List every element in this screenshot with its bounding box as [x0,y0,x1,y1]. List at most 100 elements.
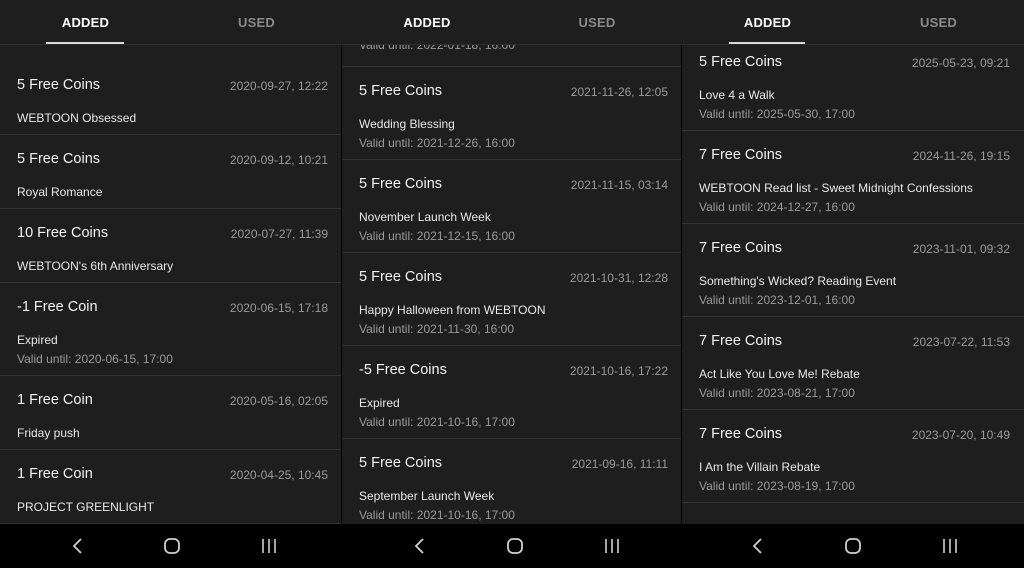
timestamp: 2020-06-15, 17:18 [229,301,328,315]
list-item[interactable]: 10 Free Coins 2020-07-27, 11:39 WEBTOON'… [0,209,342,283]
coin-amount: 7 Free Coins [699,426,783,442]
timestamp: 2021-10-31, 12:28 [569,271,668,285]
tab-added[interactable]: ADDED [0,0,171,44]
list-item[interactable]: 1 Free Coin 2020-05-16, 02:05 Friday pus… [0,376,342,450]
list-item[interactable]: 5 Free Coins 2025-05-23, 09:21 Love 4 a … [682,38,1024,131]
event-name: Friday push [17,426,80,440]
valid-until: Valid until: 2023-08-19, 17:00 [699,479,855,493]
list-item[interactable]: 5 Free Coins 2020-09-12, 10:21 Royal Rom… [0,135,342,209]
tab-used[interactable]: USED [853,0,1024,44]
timestamp: 2020-09-27, 12:22 [229,79,328,93]
coin-amount: 10 Free Coins [17,225,109,241]
valid-until: Valid until: 2021-12-26, 16:00 [359,136,515,150]
tab-used[interactable]: USED [171,0,342,44]
event-name: Expired [17,333,58,347]
recents-icon[interactable] [592,524,632,568]
coin-list: Valid until: 2022-01-18, 16:00 5 Free Co… [342,38,682,524]
valid-until: Valid until: 2021-10-16, 17:00 [359,415,515,429]
coin-history-panel-2: ADDED USED Valid until: 2022-01-18, 16:0… [342,0,682,524]
timestamp: 2021-11-15, 03:14 [570,178,668,192]
timestamp: 2020-07-27, 11:39 [230,227,328,241]
tab-bar: ADDED USED [342,0,682,45]
coin-history-panel-3: ADDED USED 5 Free Coins 2025-05-23, 09:2… [682,0,1024,524]
event-name: November Launch Week [359,210,491,224]
timestamp: 2020-04-25, 10:45 [229,468,328,482]
android-nav-bar [0,524,341,568]
home-icon[interactable] [833,524,873,568]
coin-amount: 5 Free Coins [359,176,443,192]
tab-used-label: USED [238,15,275,30]
tab-added-label: ADDED [61,15,110,30]
list-item[interactable]: 1 Free Coin 2020-04-25, 10:45 PROJECT GR… [0,450,342,524]
list-item[interactable]: 5 Free Coins 2020-09-27, 12:22 WEBTOON O… [0,61,342,135]
event-name: PROJECT GREENLIGHT [17,500,155,514]
list-item[interactable]: 5 Free Coins 2021-11-26, 12:05 Wedding B… [342,67,682,160]
timestamp: 2023-07-22, 11:53 [912,335,1010,349]
timestamp: 2020-09-12, 10:21 [229,153,328,167]
coin-amount: 7 Free Coins [699,240,783,256]
coin-amount: 5 Free Coins [17,151,101,167]
event-name: WEBTOON's 6th Anniversary [17,259,174,273]
list-item[interactable]: -1 Free Coin 2020-06-15, 17:18 Expired V… [0,283,342,376]
recents-icon[interactable] [930,524,970,568]
timestamp: 2023-07-20, 10:49 [911,428,1010,442]
list-item[interactable]: -5 Free Coins 2021-10-16, 17:22 Expired … [342,346,682,439]
coin-list: 5 Free Coins 2025-05-23, 09:21 Love 4 a … [682,44,1024,524]
home-icon[interactable] [152,524,192,568]
coin-amount: -5 Free Coins [359,362,447,378]
coin-amount: 1 Free Coin [17,392,93,408]
event-name: Something's Wicked? Reading Event [699,274,897,288]
valid-until: Valid until: 2023-12-01, 16:00 [699,293,855,307]
event-name: Wedding Blessing [359,117,455,131]
coin-amount: 5 Free Coins [359,269,443,285]
valid-until: Valid until: 2021-11-30, 16:00 [359,322,514,336]
coin-amount: 5 Free Coins [359,455,443,471]
list-item[interactable]: 7 Free Coins 2023-11-01, 09:32 Something… [682,224,1024,317]
list-item[interactable]: 5 Free Coins 2021-09-16, 11:11 September… [342,439,682,524]
list-item[interactable]: 7 Free Coins 2023-07-22, 11:53 Act Like … [682,317,1024,410]
home-icon[interactable] [495,524,535,568]
panel-separator [341,0,342,568]
event-name: Love 4 a Walk [699,88,775,102]
event-name: I Am the Villain Rebate [699,460,821,474]
tab-added-label: ADDED [403,15,451,30]
valid-until: Valid until: 2020-06-15, 17:00 [17,352,173,366]
tab-used-label: USED [920,15,957,30]
tab-added[interactable]: ADDED [682,0,853,44]
tab-used-label: USED [578,15,616,30]
coin-amount: 1 Free Coin [17,466,93,482]
list-item[interactable]: 5 Free Coins 2021-11-15, 03:14 November … [342,160,682,253]
event-name: WEBTOON Obsessed [17,111,137,125]
event-name: Royal Romance [17,185,103,199]
back-icon[interactable] [738,524,778,568]
tab-bar: ADDED USED [682,0,1024,45]
tab-added-label: ADDED [743,15,792,30]
panel-separator [681,0,682,568]
active-tab-indicator [46,42,124,44]
list-item[interactable]: 7 Free Coins 2024-11-26, 19:15 WEBTOON R… [682,131,1024,224]
valid-until: Valid until: 2021-12-15, 16:00 [359,229,515,243]
event-name: Happy Halloween from WEBTOON [359,303,546,317]
list-item-divider [342,44,682,67]
coin-amount: 5 Free Coins [699,54,783,70]
timestamp: 2023-11-01, 09:32 [912,242,1010,256]
coin-amount: 7 Free Coins [699,147,783,163]
coin-history-panel-1: ADDED USED 5 Free Coins 2020-09-27, 12:2… [0,0,342,524]
coin-amount: 7 Free Coins [699,333,783,349]
coin-amount: 5 Free Coins [17,77,101,93]
recents-icon[interactable] [249,524,289,568]
coin-list: 5 Free Coins 2020-09-27, 12:22 WEBTOON O… [0,44,342,524]
event-name: September Launch Week [359,489,495,503]
list-item[interactable]: 5 Free Coins 2021-10-31, 12:28 Happy Hal… [342,253,682,346]
valid-until: Valid until: 2021-10-16, 17:00 [359,508,515,522]
tab-used[interactable]: USED [512,0,682,44]
event-name: Act Like You Love Me! Rebate [699,367,860,381]
back-icon[interactable] [400,524,440,568]
event-name: Expired [359,396,400,410]
valid-until: Valid until: 2023-08-21, 17:00 [699,386,855,400]
timestamp: 2024-11-26, 19:15 [912,149,1010,163]
tab-added[interactable]: ADDED [342,0,512,44]
back-icon[interactable] [58,524,98,568]
timestamp: 2020-05-16, 02:05 [229,394,328,408]
list-item[interactable]: 7 Free Coins 2023-07-20, 10:49 I Am the … [682,410,1024,503]
